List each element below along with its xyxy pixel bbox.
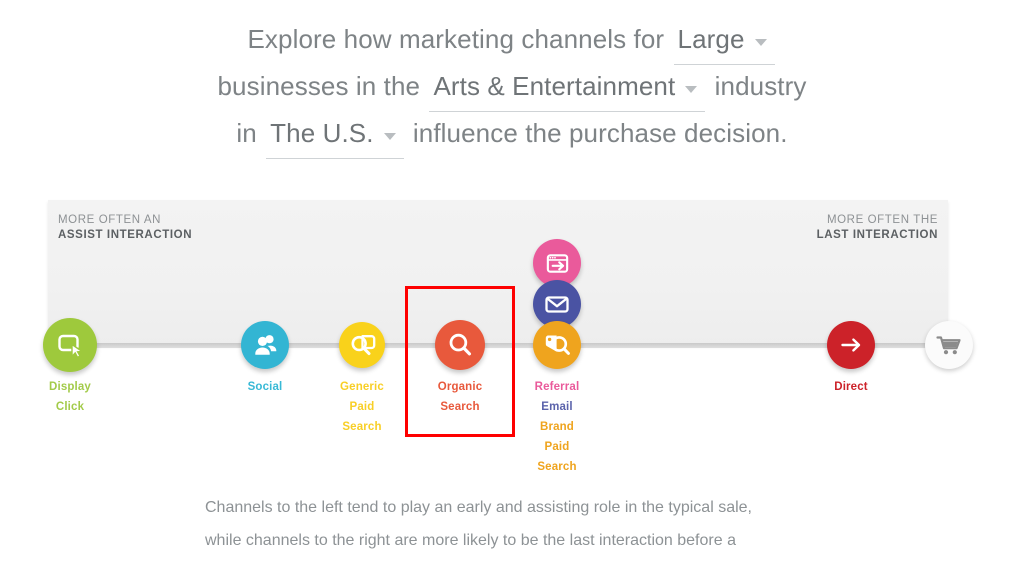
region-value: The U.S.: [270, 118, 374, 148]
industry-value: Arts & Entertainment: [433, 71, 676, 101]
business-size-value: Large: [677, 24, 745, 54]
social-icon[interactable]: [241, 321, 289, 369]
business-size-dropdown[interactable]: Large: [673, 18, 775, 65]
assist-annotation-line-1: MORE OFTEN AN: [58, 214, 162, 226]
visualization-page: Explore how marketing channels for Large…: [0, 0, 1024, 562]
generic-paid-search-icon[interactable]: [339, 322, 385, 368]
caption-line-1: Channels to the left tend to play an ear…: [205, 499, 752, 516]
channel-label-stack: Referral Email Brand Paid Search: [497, 377, 617, 477]
brand-paid-search-icon[interactable]: [533, 321, 581, 369]
channel-label-brand-paid-search-line: Search: [537, 461, 577, 473]
channel-label-brand-paid-search-line: Paid: [544, 441, 570, 453]
interaction-panel: MORE OFTEN AN ASSIST INTERACTION MORE OF…: [48, 200, 948, 345]
channel-label-display-click: Display Click: [10, 377, 130, 417]
channel-label-line: Display: [49, 381, 91, 393]
chevron-down-icon: [754, 39, 767, 46]
headline-part-3: industry: [714, 71, 807, 101]
chevron-down-icon: [383, 133, 396, 140]
channel-label-brand-paid-search-line: Brand: [540, 421, 574, 433]
direct-icon[interactable]: [827, 321, 875, 369]
assist-interaction-annotation: MORE OFTEN AN ASSIST INTERACTION: [58, 214, 192, 241]
caption-text: Channels to the left tend to play an ear…: [205, 491, 805, 562]
headline-part-5: influence the purchase decision.: [412, 118, 788, 148]
page-title: Explore how marketing channels for Large…: [0, 18, 1024, 159]
caption-line-2: while channels to the right are more lik…: [205, 532, 736, 549]
organic-search-icon[interactable]: [435, 320, 485, 370]
headline-part-1: Explore how marketing channels for: [247, 24, 665, 54]
industry-dropdown[interactable]: Arts & Entertainment: [429, 65, 706, 112]
headline-part-4: in: [236, 118, 257, 148]
channel-label-line: Search: [342, 421, 382, 433]
timeline-rail: [48, 343, 958, 348]
channel-label-line: Click: [55, 401, 85, 413]
channel-label-referral: Referral: [534, 381, 580, 393]
assist-annotation-line-2: ASSIST INTERACTION: [58, 229, 193, 241]
region-dropdown[interactable]: The U.S.: [266, 112, 404, 159]
channel-label-email: Email: [541, 401, 573, 413]
shopping-cart-icon[interactable]: [925, 321, 973, 369]
chevron-down-icon: [685, 86, 698, 93]
caption-line-3: purchase.: [205, 557, 805, 562]
channel-label-direct: Direct: [791, 377, 911, 397]
headline-part-2: businesses in the: [217, 71, 421, 101]
channel-label-line: Direct: [834, 381, 868, 393]
last-interaction-annotation: MORE OFTEN THE LAST INTERACTION: [817, 214, 938, 241]
last-annotation-line-2: LAST INTERACTION: [816, 229, 938, 241]
last-annotation-line-1: MORE OFTEN THE: [826, 214, 938, 226]
display-click-icon[interactable]: [43, 318, 97, 372]
